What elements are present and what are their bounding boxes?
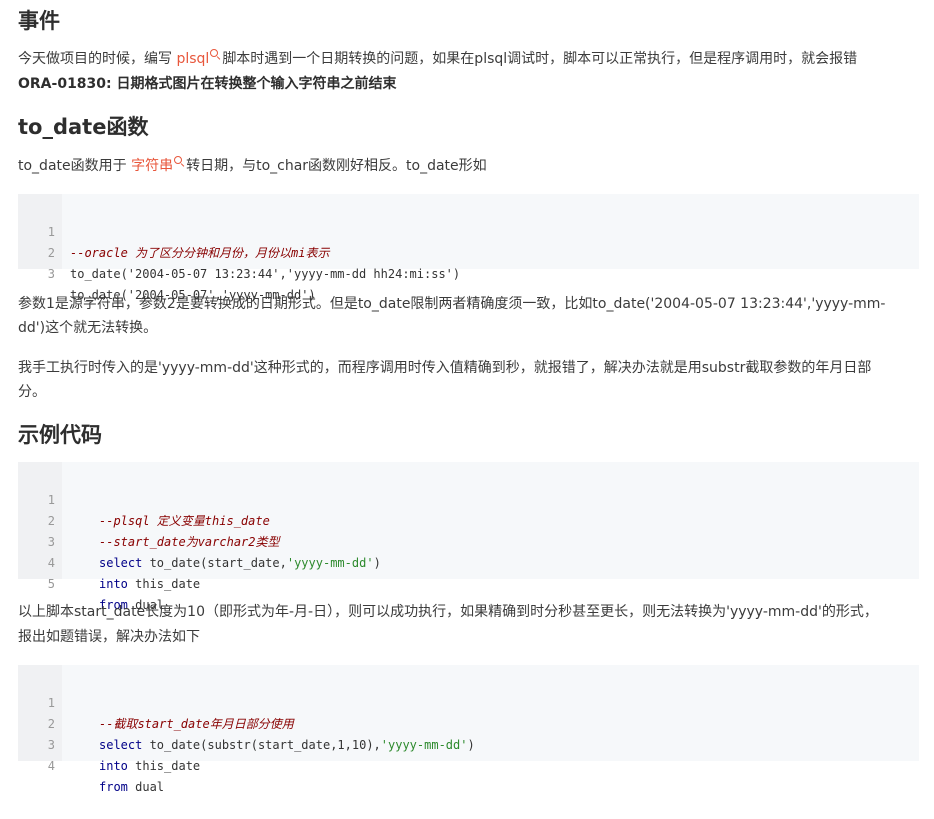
plsql-keyword-link[interactable]: plsql [176,51,209,67]
to-date-description: to_date函数用于 字符串 转日期，与to_char函数刚好相反。to_dat… [18,156,487,174]
code-line: 2 --start_date为varchar2类型 [18,490,919,549]
section-heading-to-date: to_date函数 [18,115,149,139]
article: 事件 今天做项目的时候，编写 plsql 脚本时遇到一个日期转换的问题，如果在pl… [0,0,934,794]
line-number: 5 [47,577,55,591]
code-line: 4 from dual [18,735,919,794]
code-line: 4 into this_date [18,532,919,591]
sql-keyword: from [99,780,128,794]
code-line: 2 to_date('2004-05-07 13:23:44','yyyy-mm… [18,222,919,281]
string-keyword-link[interactable]: 字符串 [131,158,173,174]
sql-keyword: into [99,577,128,591]
code-line: 2 select to_date(substr(start_date,1,10)… [18,693,919,752]
code-line: 5 from dual [18,553,919,612]
code-line: 1 --oracle 为了区分分钟和月份，月份以mi表示 [18,201,919,260]
code-line: 3 into this_date [18,714,919,773]
param-paragraph-line-2: dd')这个就无法转换。 [18,320,158,336]
code-block-to-date: 1 --oracle 为了区分分钟和月份，月份以mi表示 2 to_date('… [18,194,919,302]
search-icon[interactable] [210,49,220,59]
code-statement: into this_date [99,759,201,773]
explanation-paragraph-line-1: 以上脚本start_date长度为10（即形式为年-月-日），则可以成功执行，如… [18,604,878,620]
code-line: 1 --plsql 定义变量this_date [18,469,919,528]
sql-keyword: into [99,759,128,773]
section-heading-event: 事件 [18,9,60,33]
search-icon[interactable] [174,156,184,166]
line-number: 3 [47,267,55,281]
section-heading-example: 示例代码 [18,423,102,447]
code-line: 3 to_date('2004-05-07','yyyy-mm-dd') [18,243,919,302]
code-line: 3 select to_date(start_date,'yyyy-mm-dd'… [18,511,919,570]
explanation-paragraph-line-2: 报出如题错误，解决办法如下 [18,629,200,645]
code-text: to_date('2004-05-07 13:23:44','yyyy-mm-d… [70,267,461,281]
code-block-example: 1 --plsql 定义变量this_date 2 --start_date为v… [18,462,919,612]
error-message: ORA-01830: 日期格式图片在转换整个输入字符串之前结束 [18,76,397,92]
code-line: 1 --截取start_date年月日部分使用 [18,672,919,731]
code-statement: into this_date [99,577,201,591]
code-statement: from dual [99,780,165,794]
manual-paragraph-line-2: 分。 [18,384,46,400]
line-number: 4 [47,759,55,773]
intro-paragraph: 今天做项目的时候，编写 plsql 脚本时遇到一个日期转换的问题，如果在plsql… [18,49,858,67]
code-block-fix: 1 --截取start_date年月日部分使用 2 select to_date… [18,665,919,794]
